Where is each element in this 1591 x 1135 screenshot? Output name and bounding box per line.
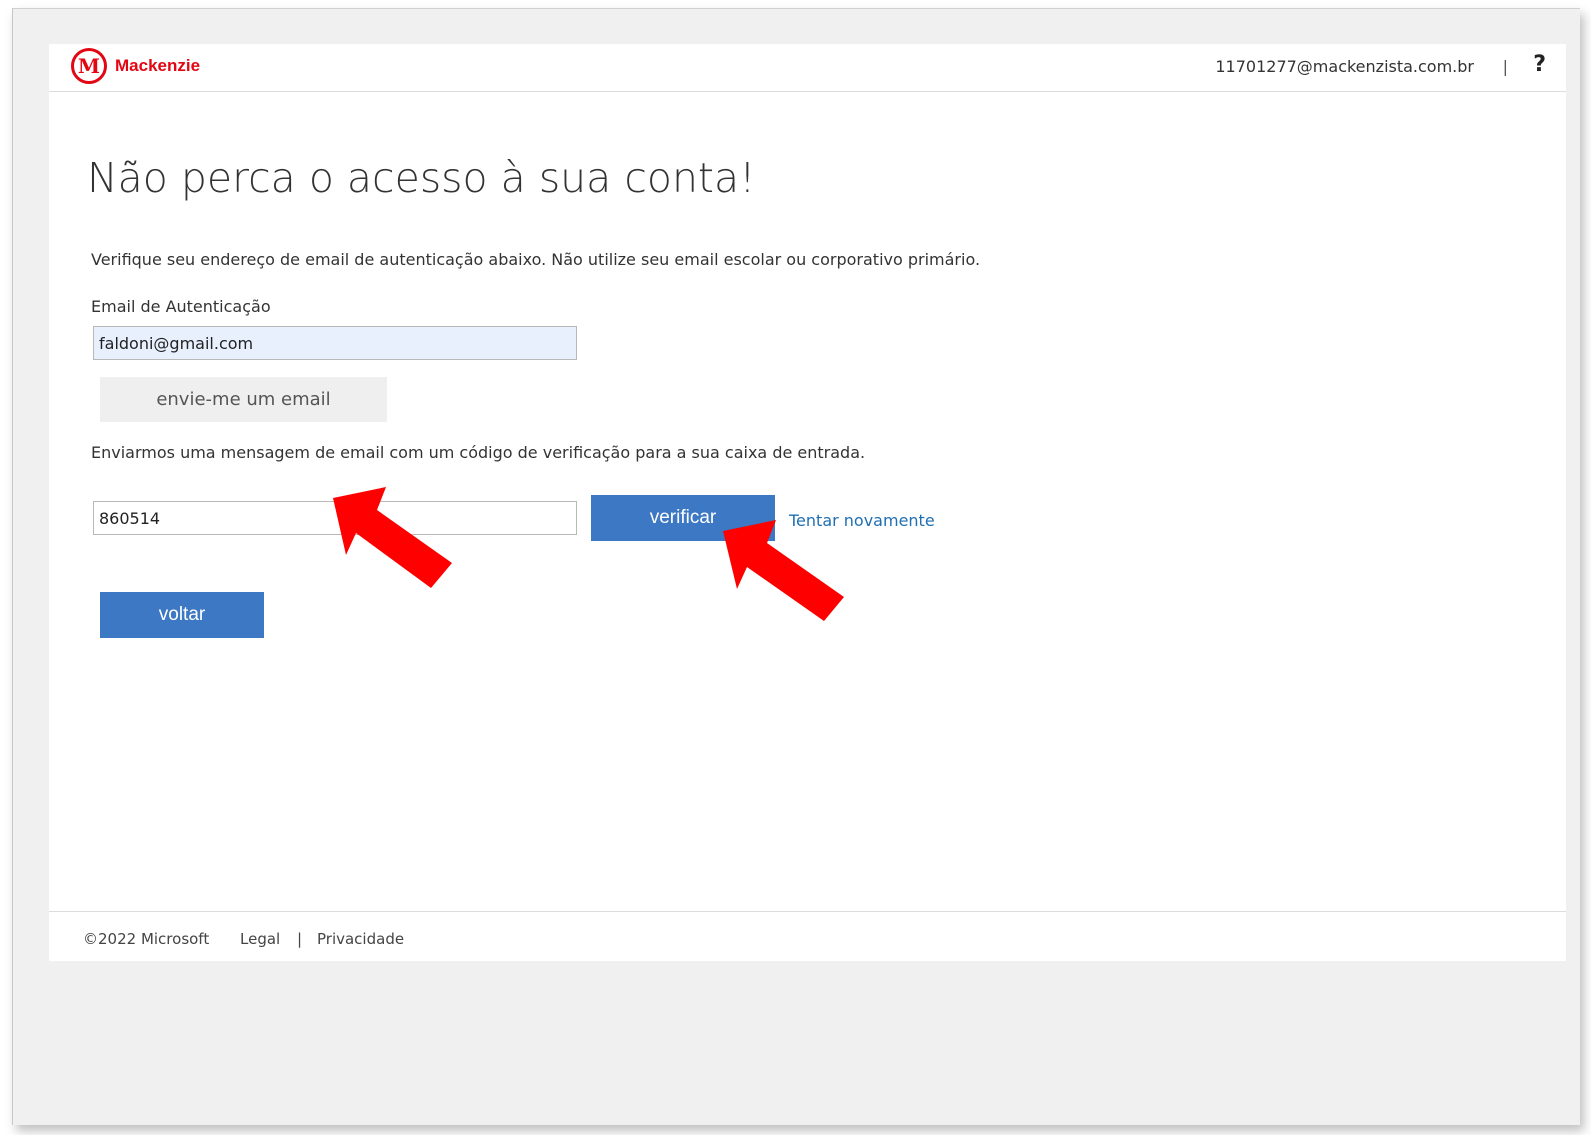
footer-separator: | — [297, 930, 303, 948]
email-field[interactable] — [93, 326, 577, 360]
copyright-text: ©2022 Microsoft — [83, 930, 210, 948]
help-icon[interactable]: ? — [1533, 52, 1546, 77]
legal-link[interactable]: Legal — [240, 930, 280, 948]
description-text: Verifique seu endereço de email de auten… — [91, 250, 981, 269]
page-title: Não perca o acesso à sua conta! — [87, 154, 756, 202]
browser-frame: M Mackenzie 11701277@mackenzista.com.br … — [12, 8, 1580, 1125]
page-content: M Mackenzie 11701277@mackenzista.com.br … — [49, 44, 1566, 961]
back-button[interactable]: voltar — [100, 592, 264, 638]
verify-button[interactable]: verificar — [591, 495, 775, 541]
footer: ©2022 Microsoft Legal | Privacidade — [49, 911, 1566, 961]
mackenzie-logo: M Mackenzie — [71, 48, 200, 84]
mackenzie-logo-icon: M — [71, 48, 107, 84]
email-field-label: Email de Autenticação — [91, 297, 271, 316]
header-separator: | — [1502, 57, 1508, 76]
verification-code-input[interactable] — [93, 501, 577, 535]
sent-message: Enviarmos uma mensagem de email com um c… — [91, 443, 866, 462]
header: M Mackenzie 11701277@mackenzista.com.br … — [49, 44, 1566, 92]
privacy-link[interactable]: Privacidade — [317, 930, 404, 948]
user-email: 11701277@mackenzista.com.br — [1215, 57, 1474, 76]
retry-link[interactable]: Tentar novamente — [789, 511, 935, 530]
send-email-button[interactable]: envie-me um email — [100, 377, 387, 422]
brand-name: Mackenzie — [115, 56, 201, 75]
